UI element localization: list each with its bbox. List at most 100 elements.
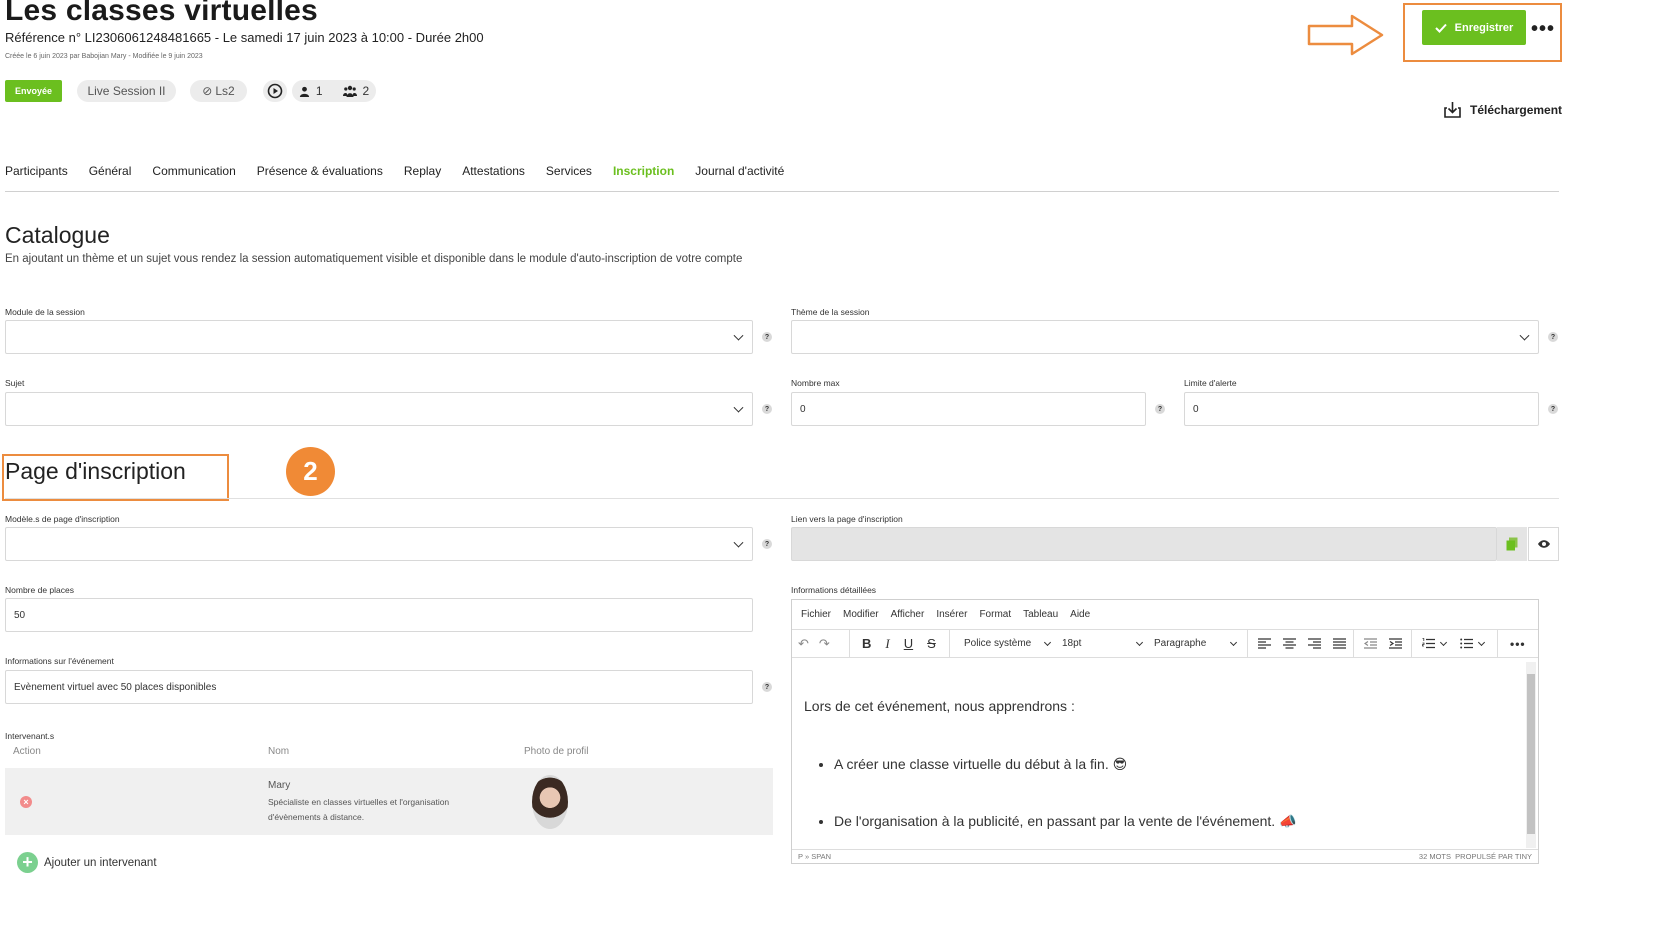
block-format-value: Paragraphe	[1154, 638, 1207, 649]
subject-label: Sujet	[5, 378, 25, 388]
section-divider	[5, 498, 1559, 499]
copy-link-button[interactable]	[1497, 527, 1527, 561]
editor-content[interactable]: Lors de cet événement, nous apprendrons …	[792, 658, 1522, 850]
speaker-name: Mary	[268, 780, 291, 791]
tab-bar: Participants Général Communication Prése…	[5, 164, 805, 178]
tab-presence-evaluations[interactable]: Présence & évaluations	[257, 164, 404, 178]
menu-file[interactable]: Fichier	[801, 609, 831, 620]
tab-participants[interactable]: Participants	[5, 164, 89, 178]
outdent-icon[interactable]	[1364, 638, 1377, 649]
help-icon[interactable]: ?	[762, 682, 772, 692]
font-family-select[interactable]: Police système	[964, 638, 1052, 649]
editor-paragraph: Lors de cet événement, nous apprendrons …	[804, 698, 1075, 714]
group-icon	[342, 85, 357, 97]
editor-toolbar: ↶ ↷ B I U S Police système 18pt Paragrap…	[792, 630, 1538, 658]
menu-view[interactable]: Afficher	[891, 609, 925, 620]
bold-icon[interactable]: B	[862, 636, 871, 651]
align-left-icon[interactable]	[1258, 638, 1271, 649]
rich-text-editor: Fichier Modifier Afficher Insérer Format…	[791, 599, 1539, 864]
font-size-select[interactable]: 18pt	[1062, 638, 1144, 649]
seats-input[interactable]: 50	[5, 598, 753, 632]
bullet-list-icon[interactable]	[1460, 638, 1473, 649]
italic-icon[interactable]: I	[885, 636, 889, 652]
strikethrough-icon[interactable]: S	[927, 636, 936, 651]
subject-select[interactable]	[5, 392, 753, 426]
help-icon[interactable]: ?	[762, 404, 772, 414]
download-button[interactable]: Téléchargement	[1443, 100, 1562, 119]
scrollbar-thumb[interactable]	[1527, 674, 1535, 834]
preview-link-button[interactable]	[1528, 527, 1559, 561]
seats-label: Nombre de places	[5, 585, 74, 595]
event-info-label: Informations sur l'événement	[5, 656, 114, 666]
module-select[interactable]	[5, 320, 753, 354]
block-format-select[interactable]: Paragraphe	[1154, 638, 1238, 649]
tab-inscription[interactable]: Inscription	[613, 164, 695, 178]
column-header-action: Action	[13, 746, 41, 757]
tab-attestations[interactable]: Attestations	[462, 164, 546, 178]
counts-badge: 1 2	[292, 80, 376, 102]
help-icon[interactable]: ?	[1548, 332, 1558, 342]
alert-limit-label: Limite d'alerte	[1184, 378, 1237, 388]
chevron-down-icon	[733, 537, 744, 548]
play-button[interactable]	[263, 80, 287, 102]
help-icon[interactable]: ?	[1155, 404, 1165, 414]
tab-divider	[5, 191, 1559, 192]
numbered-list-icon[interactable]	[1422, 638, 1435, 649]
editor-scrollbar[interactable]	[1526, 662, 1536, 848]
theme-select[interactable]	[791, 320, 1539, 354]
plus-icon: +	[17, 852, 38, 873]
event-info-input[interactable]: Evènement virtuel avec 50 places disponi…	[5, 670, 753, 704]
tab-activity-log[interactable]: Journal d'activité	[695, 164, 805, 178]
tab-replay[interactable]: Replay	[404, 164, 462, 178]
alert-limit-input[interactable]: 0	[1184, 392, 1539, 426]
check-icon	[1434, 23, 1447, 33]
font-size-value: 18pt	[1062, 638, 1082, 649]
created-modified-meta: Créée le 6 juin 2023 par Babojian Mary -…	[5, 53, 203, 60]
chevron-down-icon[interactable]	[1439, 638, 1448, 646]
underline-icon[interactable]: U	[904, 636, 913, 651]
menu-insert[interactable]: Insérer	[936, 609, 967, 620]
add-speaker-button[interactable]: + Ajouter un intervenant	[17, 852, 157, 873]
groups-count: 2	[362, 84, 370, 98]
menu-format[interactable]: Format	[979, 609, 1011, 620]
templates-select[interactable]	[5, 527, 753, 561]
word-count: 32 MOTS	[1418, 852, 1451, 861]
registration-link-input[interactable]	[791, 527, 1497, 561]
tab-general[interactable]: Général	[89, 164, 153, 178]
redo-icon[interactable]: ↷	[819, 636, 830, 652]
help-icon[interactable]: ?	[1548, 404, 1558, 414]
remove-speaker-icon[interactable]: ×	[20, 796, 32, 808]
speakers-label: Intervenant.s	[5, 731, 55, 741]
participants-count: 1	[315, 84, 323, 98]
link-icon: ⊘	[202, 84, 213, 98]
user-icon	[299, 86, 309, 97]
max-input[interactable]: 0	[791, 392, 1146, 426]
undo-icon[interactable]: ↶	[798, 636, 809, 652]
editor-bullet-list: A créer une classe virtuelle du début à …	[804, 756, 1510, 830]
copy-icon	[1506, 537, 1518, 551]
align-center-icon[interactable]	[1283, 638, 1296, 649]
help-icon[interactable]: ?	[762, 332, 772, 342]
powered-by[interactable]: PROPULSÉ PAR TINY	[1455, 852, 1532, 861]
chevron-down-icon[interactable]	[1477, 638, 1486, 646]
menu-help[interactable]: Aide	[1070, 609, 1090, 620]
tab-services[interactable]: Services	[546, 164, 613, 178]
tab-communication[interactable]: Communication	[152, 164, 256, 178]
column-header-photo: Photo de profil	[524, 746, 589, 757]
save-button[interactable]: Enregistrer	[1422, 10, 1526, 45]
session-reference: Référence n° LI2306061248481665 - Le sam…	[5, 30, 484, 45]
more-tools-icon[interactable]: •••	[1498, 637, 1526, 651]
chevron-down-icon	[733, 330, 744, 341]
menu-edit[interactable]: Modifier	[843, 609, 879, 620]
align-justify-icon[interactable]	[1333, 638, 1346, 649]
more-options-button[interactable]: •••	[1531, 18, 1555, 41]
help-icon[interactable]: ?	[762, 539, 772, 549]
add-speaker-label: Ajouter un intervenant	[44, 856, 157, 869]
indent-icon[interactable]	[1389, 638, 1402, 649]
session-type-badge: Live Session II	[77, 80, 176, 102]
word-count-area: 32 MOTS PROPULSÉ PAR TINY	[1419, 852, 1532, 861]
chevron-down-icon	[1043, 638, 1052, 646]
align-right-icon[interactable]	[1308, 638, 1321, 649]
eye-icon	[1537, 540, 1550, 548]
menu-table[interactable]: Tableau	[1023, 609, 1058, 620]
